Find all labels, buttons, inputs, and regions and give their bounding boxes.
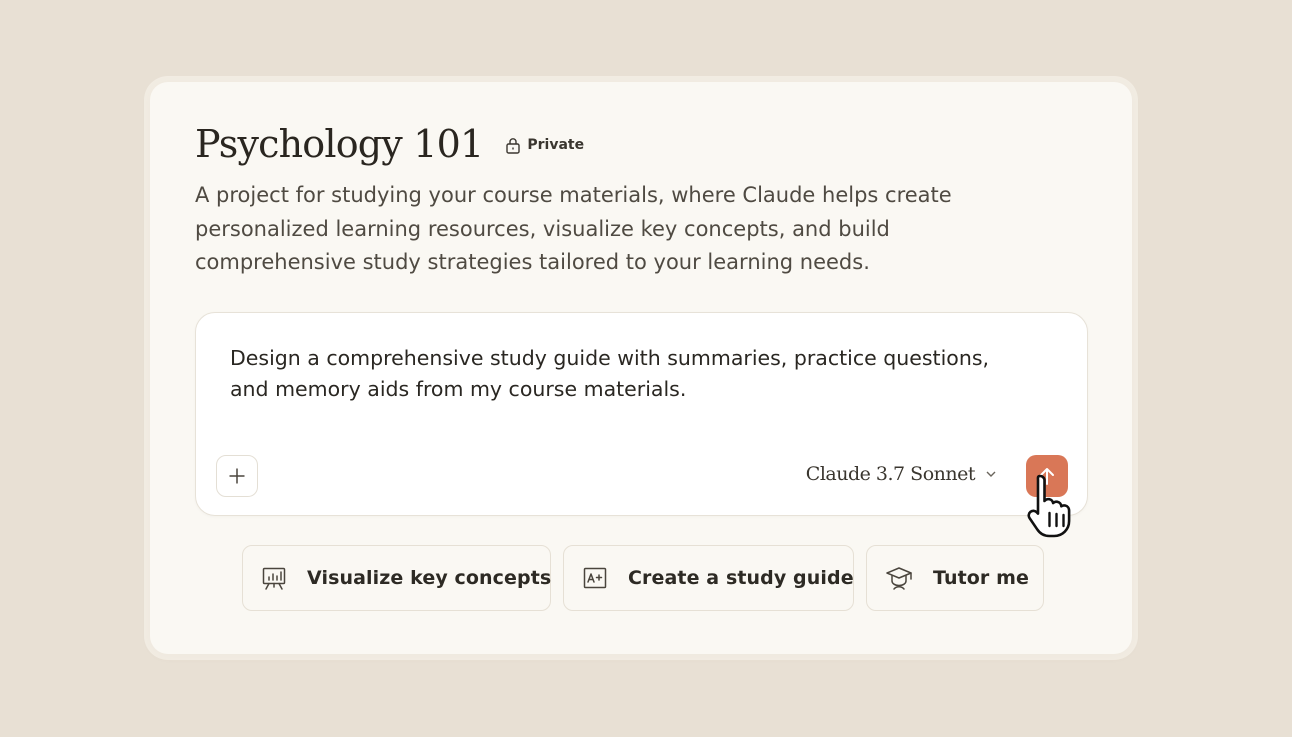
add-attachment-button[interactable] <box>216 455 258 497</box>
suggestion-label: Visualize key concepts <box>307 567 552 589</box>
plus-icon <box>229 468 245 484</box>
suggestion-label: Tutor me <box>933 567 1030 589</box>
suggestion-chips: Visualize key concepts Create a study gu… <box>242 545 1044 611</box>
project-card: Psychology 101 Private A project for stu… <box>150 82 1132 654</box>
lock-icon <box>506 137 521 154</box>
chevron-down-icon <box>986 471 996 477</box>
visibility-label: Private <box>527 137 585 153</box>
graduation-cap-icon <box>886 567 912 590</box>
title-row: Psychology 101 Private <box>195 122 584 166</box>
arrow-up-icon <box>1040 468 1054 485</box>
visibility-badge: Private <box>505 137 584 154</box>
prompt-input[interactable]: Design a comprehensive study guide with … <box>230 343 1010 404</box>
model-label: Claude 3.7 Sonnet <box>805 463 976 485</box>
send-button[interactable] <box>1026 455 1068 497</box>
project-description: A project for studying your course mater… <box>195 183 952 274</box>
suggestion-visualize-key-concepts[interactable]: Visualize key concepts <box>242 545 551 611</box>
project-title: Psychology 101 <box>195 122 484 166</box>
model-selector[interactable]: Claude 3.7 Sonnet <box>806 463 997 485</box>
prompt-composer: Design a comprehensive study guide with … <box>195 312 1088 516</box>
suggestion-label: Create a study guide <box>628 567 854 589</box>
presentation-chart-icon <box>262 567 286 590</box>
grade-document-icon <box>583 567 607 589</box>
suggestion-create-study-guide[interactable]: Create a study guide <box>563 545 854 611</box>
suggestion-tutor-me[interactable]: Tutor me <box>866 545 1044 611</box>
